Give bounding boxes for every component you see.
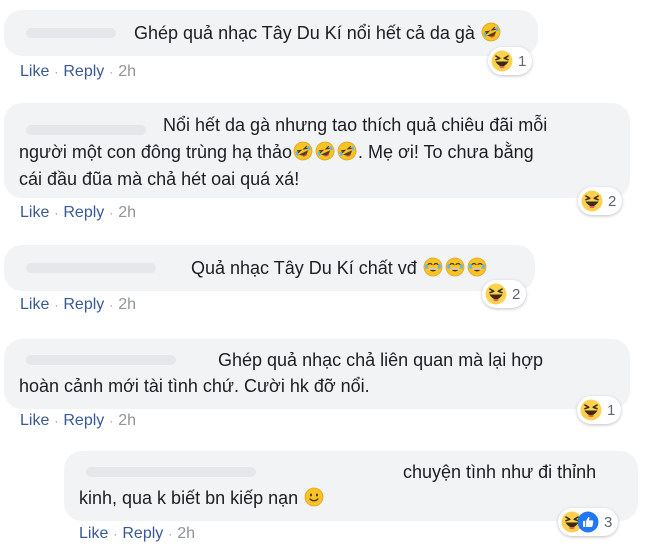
separator: · (54, 206, 59, 220)
comment-actions: Like · Reply · 2h (20, 204, 136, 222)
separator: · (109, 65, 114, 79)
separator: · (109, 206, 114, 220)
comment-line: Nổi hết da gà nhưng tao thích quả chiêu … (163, 115, 548, 135)
rolling-laughing-emoji-icon (315, 141, 335, 161)
comment-bubble: chuyện tình như đi thỉnh kinh, qua k biế… (64, 451, 638, 521)
haha-reaction-icon (580, 399, 602, 421)
reaction-count: 3 (604, 513, 613, 531)
comment-text: Quả nhạc Tây Du Kí chất vđ (191, 258, 417, 278)
reaction-count: 1 (518, 52, 527, 70)
separator: · (54, 65, 59, 79)
haha-reaction-icon (491, 50, 513, 72)
reaction-summary[interactable]: 1 (577, 396, 622, 424)
timestamp[interactable]: 2h (118, 204, 136, 221)
comment-bubble: Ghép quả nhạc Tây Du Kí nổi hết cả da gà (4, 10, 538, 56)
tears-of-joy-emoji-icon (423, 257, 443, 277)
separator: · (54, 414, 59, 428)
comment-text: Ghép quả nhạc Tây Du Kí nổi hết cả da gà (134, 23, 475, 43)
reaction-count: 2 (512, 285, 521, 303)
like-link[interactable]: Like (20, 204, 49, 221)
author-name-blurred (26, 355, 176, 365)
author-name-blurred (26, 263, 156, 273)
reply-link[interactable]: Reply (122, 525, 163, 542)
reply-link[interactable]: Reply (63, 412, 104, 429)
haha-reaction-icon (581, 190, 603, 212)
haha-reaction-icon (485, 283, 507, 305)
reaction-count: 2 (608, 192, 617, 210)
author-name-blurred (26, 125, 146, 135)
separator: · (168, 527, 173, 541)
timestamp[interactable]: 2h (118, 412, 136, 429)
timestamp[interactable]: 2h (118, 63, 136, 80)
tears-of-joy-emoji-icon (445, 257, 465, 277)
reaction-count: 1 (607, 401, 616, 419)
comment-line: chuyện tình như đi thỉnh (403, 462, 597, 482)
reaction-summary[interactable]: 2 (578, 187, 623, 215)
reaction-summary[interactable]: 3 (558, 508, 619, 536)
separator: · (54, 298, 59, 312)
reply-link[interactable]: Reply (63, 63, 104, 80)
like-link[interactable]: Like (20, 412, 49, 429)
comment-actions: Like · Reply · 2h (20, 412, 136, 430)
separator: · (113, 527, 118, 541)
timestamp[interactable]: 2h (118, 296, 136, 313)
rolling-laughing-emoji-icon (481, 22, 501, 42)
author-name-blurred (86, 467, 256, 477)
separator: · (109, 298, 114, 312)
like-link[interactable]: Like (20, 63, 49, 80)
reply-link[interactable]: Reply (63, 296, 104, 313)
like-link[interactable]: Like (79, 525, 108, 542)
author-name-blurred (26, 28, 116, 38)
comment-line: . Mẹ ơi! To chưa bằng (358, 142, 534, 162)
rolling-laughing-emoji-icon (293, 141, 313, 161)
comment-line: Ghép quả nhạc chả liên quan mà lại hợp (218, 350, 544, 370)
timestamp[interactable]: 2h (177, 525, 195, 542)
comment-actions: Like · Reply · 2h (20, 296, 136, 314)
comment-bubble: Ghép quả nhạc chả liên quan mà lại hợp h… (4, 339, 630, 409)
like-reaction-icon (577, 511, 599, 533)
rolling-laughing-emoji-icon (337, 141, 357, 161)
like-link[interactable]: Like (20, 296, 49, 313)
comment-line: người một con đông trùng hạ thảo (19, 142, 293, 162)
comment-actions: Like · Reply · 2h (79, 525, 195, 543)
reply-link[interactable]: Reply (63, 204, 104, 221)
tears-of-joy-emoji-icon (467, 257, 487, 277)
separator: · (109, 414, 114, 428)
comment-bubble: Nổi hết da gà nhưng tao thích quả chiêu … (4, 103, 630, 198)
comment-line: kinh, qua k biết bn kiếp nạn (79, 488, 299, 508)
reaction-summary[interactable]: 2 (482, 280, 527, 308)
comment-bubble: Quả nhạc Tây Du Kí chất vđ (4, 245, 535, 291)
smiling-face-emoji-icon (304, 487, 324, 507)
comment-actions: Like · Reply · 2h (20, 63, 136, 81)
comment-line: cái đầu đũa mà chả hét oai quá xá! (19, 169, 300, 189)
comment-line: hoàn cảnh mới tài tình chứ. Cười hk đỡ n… (19, 376, 370, 396)
reaction-summary[interactable]: 1 (488, 47, 533, 75)
